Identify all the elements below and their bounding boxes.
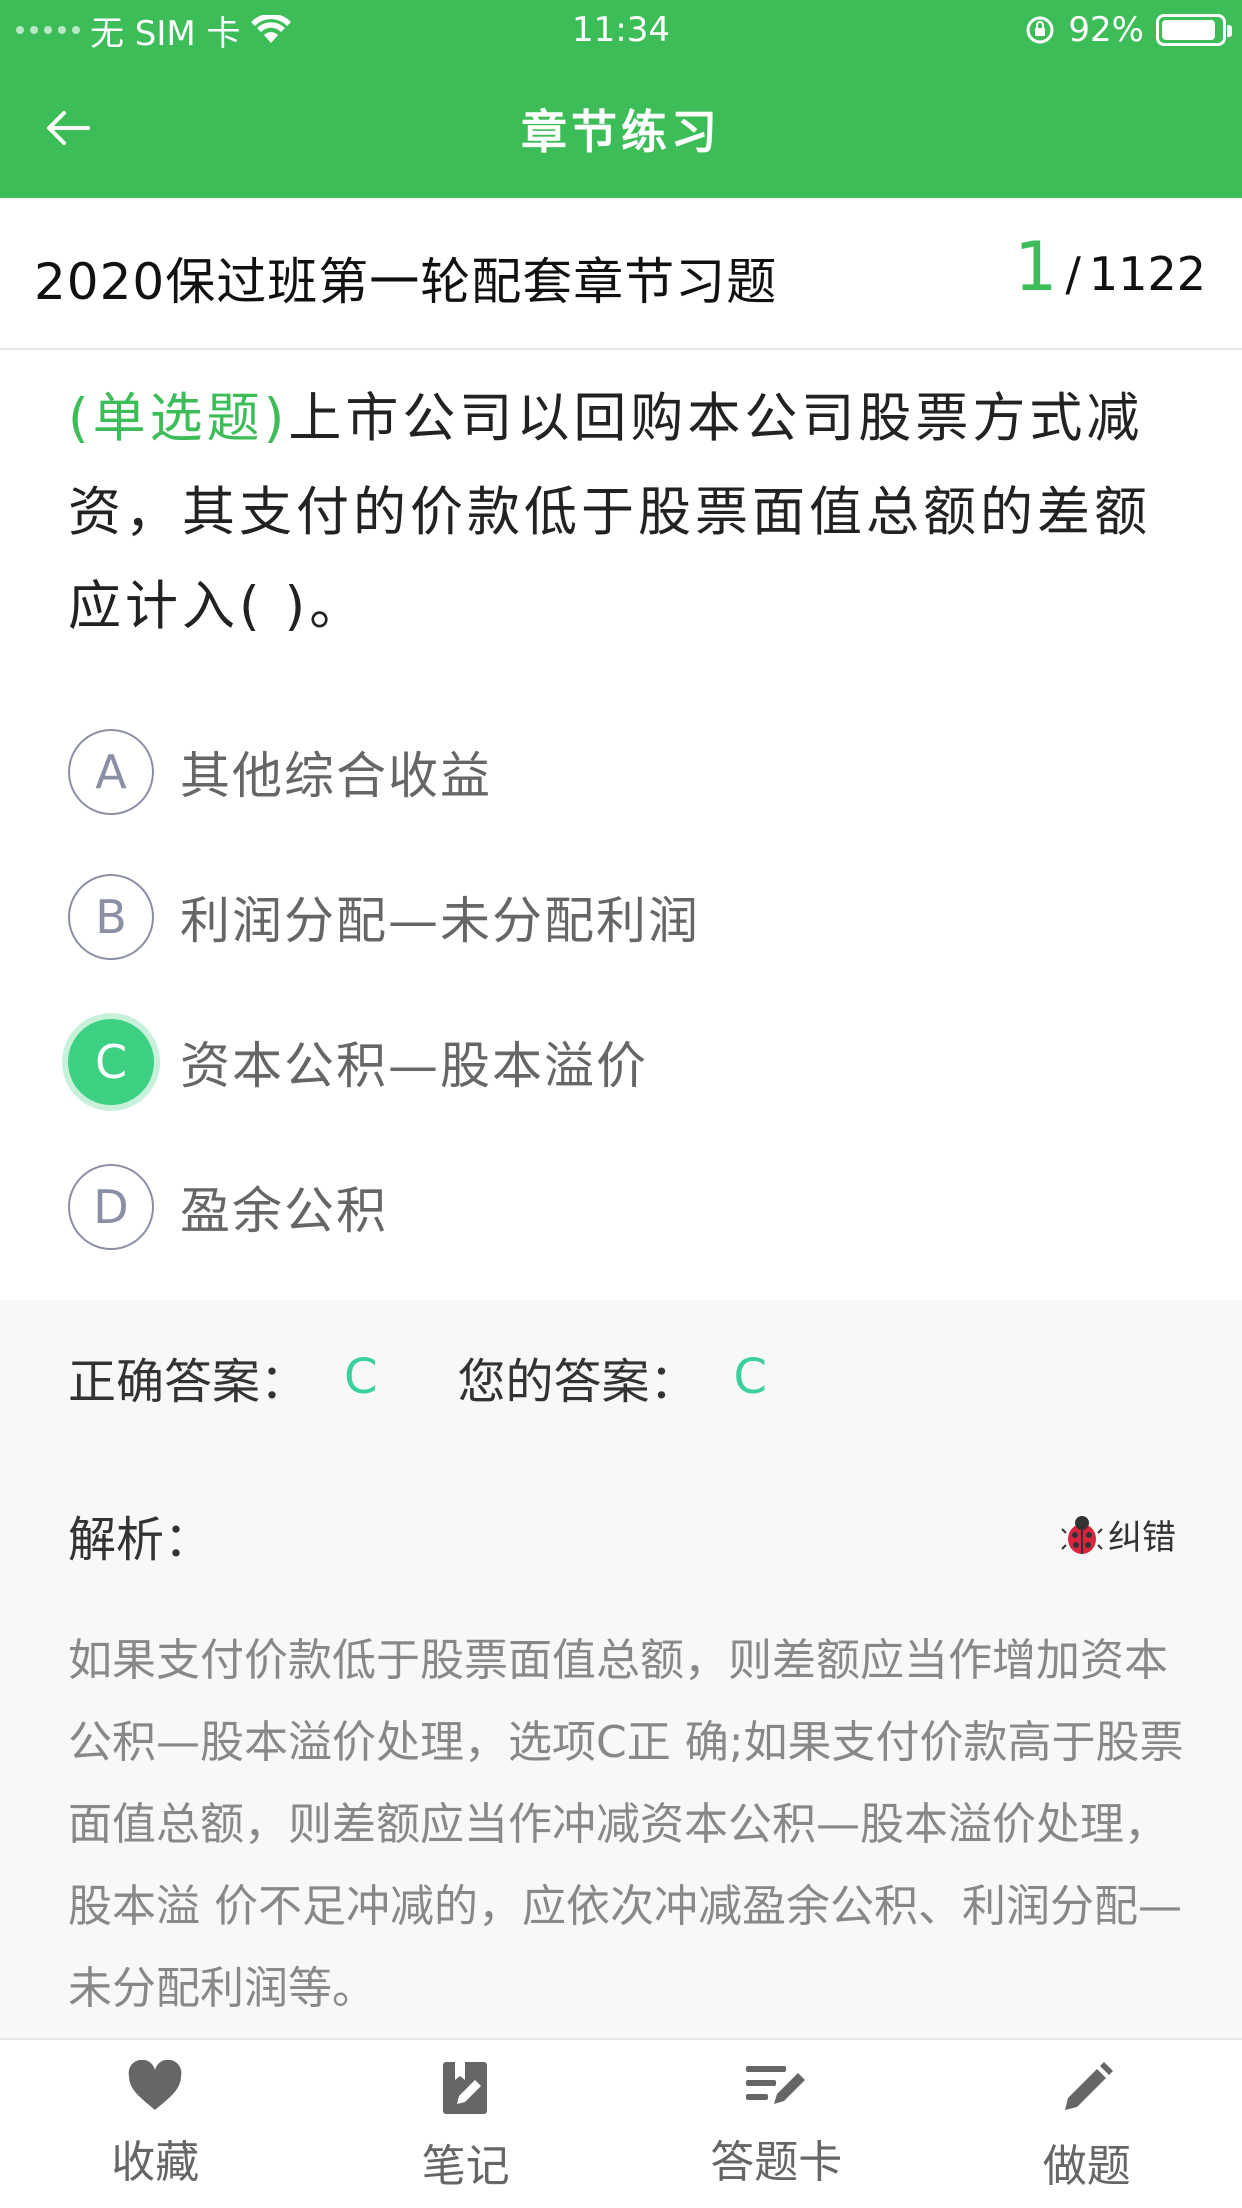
- status-bar: 无 SIM 卡 11:34 92%: [0, 0, 1242, 60]
- option-letter: A: [68, 729, 154, 815]
- tab-notes[interactable]: 笔记: [311, 2040, 622, 2208]
- correct-answer-label: 正确答案：: [68, 1354, 309, 1410]
- your-answer-label: 您的答案：: [457, 1354, 698, 1410]
- analysis-panel: 正确答案： C 您的答案： C 解析： 纠错 如果支付价款低于股票面值总额，则差…: [0, 1300, 1242, 2038]
- report-error-label: 纠错: [1108, 1518, 1176, 1558]
- note-icon: [442, 2062, 487, 2114]
- progress-current: 1: [1014, 228, 1058, 307]
- progress-total: 1122: [1088, 247, 1206, 301]
- option-label: 资本公积—股本溢价: [180, 1037, 648, 1095]
- option-letter: B: [68, 874, 154, 960]
- question-type: (单选题): [68, 388, 289, 449]
- your-answer-value: C: [733, 1349, 768, 1405]
- answer-sheet-icon: [746, 2066, 806, 2104]
- question-text: (单选题)上市公司以回购本公司股票方式减资，其支付的价款低于股票面值总额的差额应…: [68, 372, 1178, 654]
- tab-practice[interactable]: 做题: [932, 2040, 1242, 2208]
- option-label: 盈余公积: [180, 1182, 388, 1240]
- option-letter: C: [68, 1019, 154, 1105]
- tab-answer-sheet[interactable]: 答题卡: [621, 2040, 932, 2208]
- question-progress: 1 / 1122: [1014, 228, 1206, 307]
- option-b[interactable]: B 利润分配—未分配利润: [68, 873, 1178, 961]
- bug-icon: [1061, 1515, 1103, 1554]
- option-label: 利润分配—未分配利润: [180, 892, 700, 950]
- battery-icon: [1156, 14, 1232, 46]
- tab-favorite[interactable]: 收藏: [0, 2040, 311, 2208]
- answer-row: 正确答案： C 您的答案： C: [68, 1342, 847, 1412]
- options-list: A 其他综合收益 B 利润分配—未分配利润 C 资本公积—股本溢价 D 盈余公积: [68, 728, 1178, 1308]
- bottom-tab-bar: 收藏 笔记 答题卡 做题: [0, 2038, 1242, 2208]
- report-error-button[interactable]: 纠错: [1060, 1510, 1176, 1559]
- chapter-header: 2020保过班第一轮配套章节习题 1 / 1122: [0, 198, 1242, 350]
- option-letter: D: [68, 1164, 154, 1250]
- progress-separator: /: [1065, 247, 1081, 301]
- top-bar: 无 SIM 卡 11:34 92% 章节练习: [0, 0, 1242, 198]
- analysis-text: 如果支付价款低于股票面值总额，则差额应当作增加资本公积—股本溢价处理，选项C正 …: [68, 1635, 1184, 2014]
- battery-fill: [1162, 20, 1216, 40]
- option-a[interactable]: A 其他综合收益: [68, 728, 1178, 816]
- tab-label: 做题: [1042, 2141, 1131, 2192]
- analysis-label: 解析：: [68, 1512, 213, 1568]
- pencil-icon: [1064, 2062, 1113, 2110]
- nav-bar: 章节练习: [0, 60, 1242, 198]
- option-c[interactable]: C 资本公积—股本溢价: [68, 1018, 1178, 1106]
- chapter-title: 2020保过班第一轮配套章节习题: [34, 253, 778, 311]
- orientation-lock-icon: [1026, 16, 1054, 44]
- tab-label: 笔记: [421, 2141, 510, 2192]
- option-label: 其他综合收益: [180, 747, 492, 805]
- option-d[interactable]: D 盈余公积: [68, 1163, 1178, 1251]
- battery-percent: 92%: [1068, 10, 1144, 50]
- correct-answer-value: C: [344, 1349, 378, 1405]
- status-right: 92%: [1024, 8, 1232, 52]
- tab-label: 答题卡: [710, 2137, 843, 2188]
- tab-label: 收藏: [111, 2137, 200, 2188]
- page-title: 章节练习: [521, 105, 721, 159]
- heart-icon: [128, 2060, 182, 2110]
